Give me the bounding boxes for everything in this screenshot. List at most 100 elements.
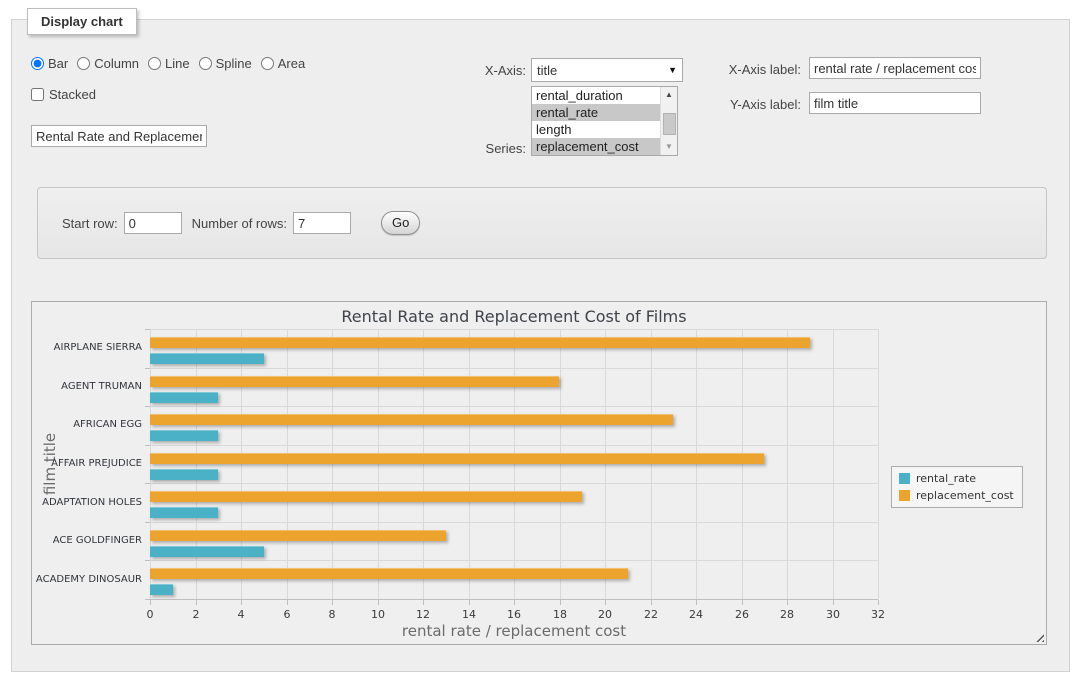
gridline-horizontal: [150, 560, 878, 561]
gridline-horizontal: [150, 445, 878, 446]
display-chart-fieldset: Display chart BarColumnLineSplineArea St…: [11, 19, 1070, 672]
bar-replacement_cost: [150, 414, 673, 425]
category-tick: [145, 445, 150, 446]
x-axis-tick-label: 6: [267, 608, 307, 621]
x-axis-tick: [332, 600, 333, 605]
gridline-vertical: [833, 329, 834, 599]
y-axis-label-label: Y-Axis label:: [706, 97, 801, 112]
x-axis-selected-value: title: [537, 63, 557, 78]
bar-rental_rate: [150, 469, 218, 480]
stacked-checkbox[interactable]: [31, 88, 44, 101]
x-axis-tick-label: 20: [585, 608, 625, 621]
series-options: rental_durationrental_ratelengthreplacem…: [532, 87, 677, 155]
gridline-vertical: [514, 329, 515, 599]
category-tick: [145, 368, 150, 369]
bar-rental_rate: [150, 430, 218, 441]
chart-type-radio-spline[interactable]: [199, 57, 212, 70]
gridline-horizontal: [150, 522, 878, 523]
x-axis-tick-label: 2: [176, 608, 216, 621]
num-rows-input[interactable]: [293, 212, 351, 234]
x-axis-tick-label: 4: [221, 608, 261, 621]
x-axis-tick-label: 10: [358, 608, 398, 621]
bar-replacement_cost: [150, 453, 764, 464]
x-axis-tick-label: 18: [540, 608, 580, 621]
x-axis-tick-label: 32: [858, 608, 898, 621]
chart-title-input[interactable]: [31, 125, 207, 147]
chart-type-label: Line: [165, 56, 190, 71]
category-tick: [145, 483, 150, 484]
series-select-label: Series:: [446, 141, 526, 156]
gridline-vertical: [787, 329, 788, 599]
y-axis-label-input[interactable]: [809, 92, 981, 114]
bar-replacement_cost: [150, 491, 582, 502]
bar-rental_rate: [150, 353, 264, 364]
x-axis-tick: [651, 600, 652, 605]
x-axis-label-input[interactable]: [809, 57, 981, 79]
x-axis-tick-label: 16: [494, 608, 534, 621]
x-axis-tick-label: 30: [813, 608, 853, 621]
scroll-down-icon[interactable]: ▼: [661, 139, 677, 155]
chart-container: Rental Rate and Replacement Cost of Film…: [31, 301, 1047, 645]
legend-label: rental_rate: [916, 472, 976, 485]
legend-label: replacement_cost: [916, 489, 1014, 502]
chart-type-option-area: Area: [261, 56, 305, 71]
bar-rental_rate: [150, 507, 218, 518]
series-scrollbar[interactable]: ▲ ▼: [660, 87, 677, 155]
x-axis-tick: [150, 600, 151, 605]
category-tick: [145, 522, 150, 523]
x-axis-label-label: X-Axis label:: [706, 62, 801, 77]
gridline-horizontal: [150, 368, 878, 369]
chart-type-label: Spline: [216, 56, 252, 71]
gridline-vertical: [150, 329, 151, 599]
series-option-rental_duration[interactable]: rental_duration: [532, 87, 677, 104]
series-option-rental_rate[interactable]: rental_rate: [532, 104, 677, 121]
legend-item-replacement_cost[interactable]: replacement_cost: [899, 489, 1014, 502]
chart-type-option-bar: Bar: [31, 56, 68, 71]
gridline-vertical: [605, 329, 606, 599]
x-axis-tick-label: 26: [722, 608, 762, 621]
gridline-vertical: [696, 329, 697, 599]
chart-type-radio-bar[interactable]: [31, 57, 44, 70]
category-label: ACADEMY DINOSAUR: [32, 574, 142, 585]
x-axis-title: rental rate / replacement cost: [150, 622, 878, 640]
series-option-length[interactable]: length: [532, 121, 677, 138]
scrollbar-thumb[interactable]: [663, 113, 676, 135]
category-label: ADAPTATION HOLES: [32, 497, 142, 508]
series-listbox[interactable]: rental_durationrental_ratelengthreplacem…: [531, 86, 678, 156]
bar-rental_rate: [150, 392, 218, 403]
page: Display chart BarColumnLineSplineArea St…: [0, 0, 1081, 681]
gridline-horizontal: [150, 483, 878, 484]
bar-replacement_cost: [150, 376, 559, 387]
gridline-vertical: [742, 329, 743, 599]
x-axis-tick: [787, 600, 788, 605]
x-axis-tick-label: 0: [130, 608, 170, 621]
chart-type-radio-line[interactable]: [148, 57, 161, 70]
x-axis-tick: [878, 600, 879, 605]
gridline-vertical: [423, 329, 424, 599]
gridline-horizontal: [150, 329, 878, 330]
gridline-vertical: [196, 329, 197, 599]
chart-type-radio-column[interactable]: [77, 57, 90, 70]
x-axis-tick-label: 8: [312, 608, 352, 621]
x-axis-tick: [560, 600, 561, 605]
chart-type-option-spline: Spline: [199, 56, 252, 71]
go-button[interactable]: Go: [381, 211, 420, 235]
gridline-vertical: [332, 329, 333, 599]
category-label: AFFAIR PREJUDICE: [32, 458, 142, 469]
x-axis-tick-label: 12: [403, 608, 443, 621]
start-row-label: Start row:: [62, 216, 118, 231]
start-row-input[interactable]: [124, 212, 182, 234]
x-axis-tick: [469, 600, 470, 605]
series-option-replacement_cost[interactable]: replacement_cost: [532, 138, 677, 155]
legend-item-rental_rate[interactable]: rental_rate: [899, 472, 1014, 485]
category-label: ACE GOLDFINGER: [32, 535, 142, 546]
category-tick: [145, 406, 150, 407]
scroll-up-icon[interactable]: ▲: [661, 87, 677, 103]
bar-replacement_cost: [150, 568, 628, 579]
bar-rental_rate: [150, 546, 264, 557]
gridline-vertical: [878, 329, 879, 599]
x-axis-select[interactable]: title ▼: [531, 58, 683, 82]
chart-type-radio-area[interactable]: [261, 57, 274, 70]
resize-grip-icon[interactable]: [1033, 631, 1044, 642]
bar-rental_rate: [150, 584, 173, 595]
